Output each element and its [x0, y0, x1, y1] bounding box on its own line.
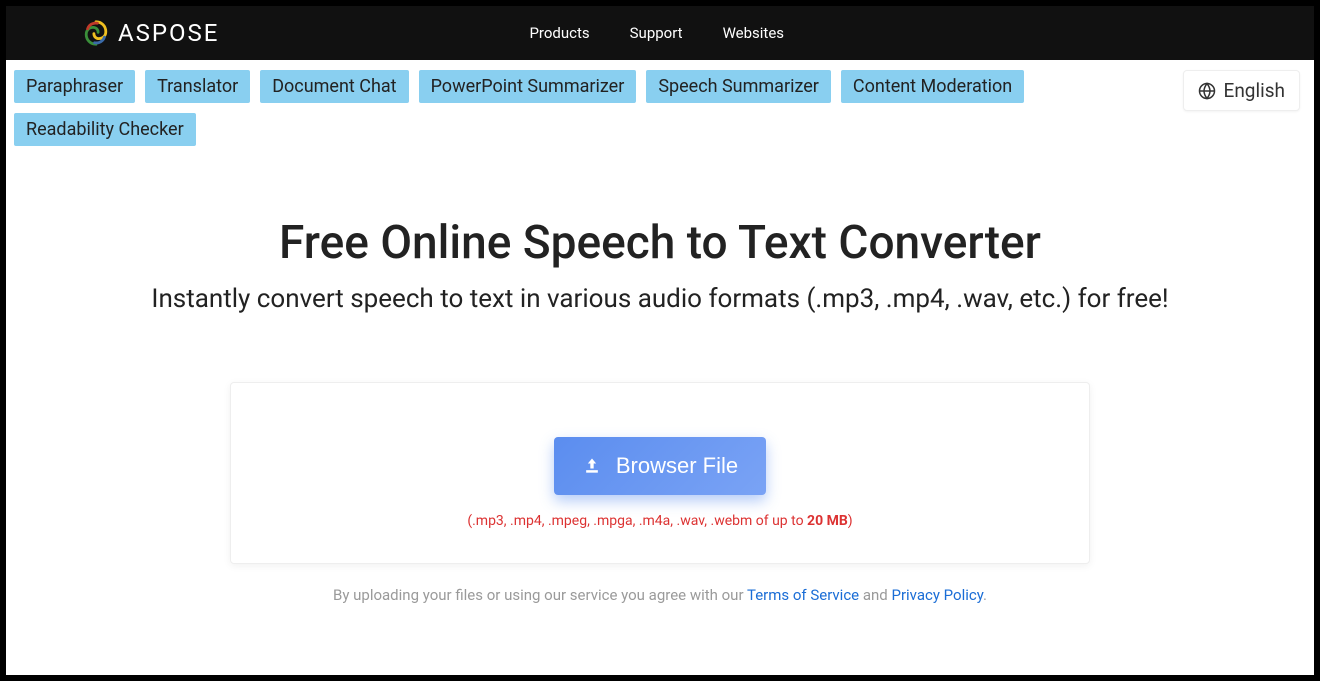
formats-prefix: (.mp3, .mp4, .mpeg, .mpga, .m4a, .wav, .…	[467, 513, 807, 529]
nav-products[interactable]: Products	[529, 24, 589, 42]
privacy-policy-link[interactable]: Privacy Policy	[891, 586, 983, 604]
nav-links: Products Support Websites	[529, 24, 784, 42]
language-label: English	[1224, 79, 1285, 102]
formats-limit: 20 MB	[807, 513, 848, 529]
terms-of-service-link[interactable]: Terms of Service	[747, 586, 859, 604]
nav-support[interactable]: Support	[630, 24, 683, 42]
page-subtitle: Instantly convert speech to text in vari…	[14, 284, 1306, 314]
upload-card: Browser File (.mp3, .mp4, .mpeg, .mpga, …	[230, 382, 1090, 564]
tool-speech-summarizer[interactable]: Speech Summarizer	[646, 70, 831, 103]
tool-paraphraser[interactable]: Paraphraser	[14, 70, 135, 103]
brand-logo[interactable]: ASPOSE	[82, 19, 219, 47]
hero-section: Free Online Speech to Text Converter Ins…	[14, 216, 1306, 314]
globe-icon	[1198, 82, 1216, 100]
page-title: Free Online Speech to Text Converter	[14, 216, 1306, 270]
terms-prefix: By uploading your files or using our ser…	[333, 586, 747, 604]
terms-note: By uploading your files or using our ser…	[14, 586, 1306, 604]
tool-translator[interactable]: Translator	[145, 70, 250, 103]
tools-row: Paraphraser Translator Document Chat Pow…	[14, 70, 1064, 146]
upload-icon	[582, 456, 602, 476]
formats-suffix: )	[848, 513, 853, 529]
tool-document-chat[interactable]: Document Chat	[260, 70, 408, 103]
language-selector[interactable]: English	[1183, 70, 1300, 111]
tool-content-moderation[interactable]: Content Moderation	[841, 70, 1024, 103]
brand-name: ASPOSE	[118, 19, 219, 47]
tool-powerpoint-summarizer[interactable]: PowerPoint Summarizer	[419, 70, 637, 103]
terms-dot: .	[983, 586, 987, 604]
terms-and: and	[859, 586, 891, 604]
top-nav: ASPOSE Products Support Websites	[6, 6, 1314, 60]
tool-readability-checker[interactable]: Readability Checker	[14, 113, 196, 146]
aspose-logo-icon	[82, 19, 110, 47]
nav-websites[interactable]: Websites	[723, 24, 784, 42]
formats-note: (.mp3, .mp4, .mpeg, .mpga, .m4a, .wav, .…	[251, 513, 1069, 529]
browse-file-button[interactable]: Browser File	[554, 437, 766, 495]
browse-file-label: Browser File	[616, 453, 738, 479]
